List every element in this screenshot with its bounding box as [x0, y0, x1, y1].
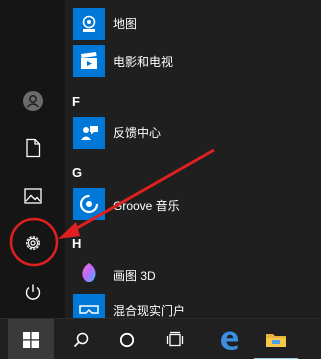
feedback-icon	[73, 117, 105, 149]
documents-button[interactable]	[18, 133, 48, 163]
start-menu-screen: 地图 电影和电视 F 反馈中心 G Groove 音乐 H 画图 3D 混合现实…	[0, 0, 321, 359]
pictures-button[interactable]	[18, 181, 48, 211]
user-button[interactable]	[18, 86, 48, 116]
start-menu-rail	[0, 0, 65, 318]
pictures-icon	[24, 188, 42, 204]
cortana-icon	[119, 332, 135, 347]
edge-icon	[221, 331, 238, 350]
cortana-button[interactable]	[105, 319, 149, 359]
groove-icon	[73, 188, 105, 220]
file-explorer-button[interactable]	[254, 319, 298, 359]
group-header-f[interactable]: F	[72, 94, 80, 109]
app-label: 混合现实门户	[113, 304, 186, 318]
windows-icon	[23, 331, 39, 348]
app-list: 地图 电影和电视 F 反馈中心 G Groove 音乐 H 画图 3D 混合现实…	[65, 0, 321, 326]
maps-icon	[73, 8, 105, 40]
power-button[interactable]	[18, 277, 48, 307]
app-label: 电影和电视	[113, 55, 174, 69]
app-label: 画图 3D	[113, 269, 156, 283]
file-explorer-icon	[266, 333, 286, 347]
paint3d-icon	[73, 258, 105, 290]
taskbar	[0, 318, 321, 359]
app-label: 地图	[113, 17, 138, 31]
edge-button[interactable]	[207, 319, 251, 359]
task-view-button[interactable]	[153, 319, 197, 359]
document-icon	[26, 138, 41, 158]
search-button[interactable]	[59, 319, 103, 359]
group-header-g[interactable]: G	[72, 165, 82, 180]
app-label: 反馈中心	[113, 126, 162, 140]
power-icon	[25, 284, 41, 300]
gear-icon	[26, 236, 40, 250]
settings-button[interactable]	[18, 228, 48, 258]
search-icon	[73, 332, 89, 347]
movies-icon	[73, 45, 105, 77]
start-button[interactable]	[8, 319, 54, 359]
group-header-h[interactable]: H	[72, 236, 81, 251]
task-view-icon	[166, 331, 184, 346]
user-icon	[23, 91, 43, 111]
app-label: Groove 音乐	[113, 199, 180, 213]
